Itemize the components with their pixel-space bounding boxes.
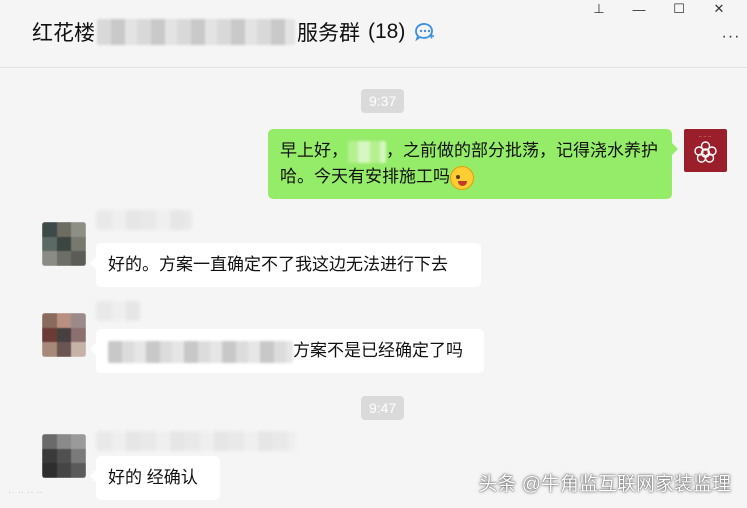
redacted-text xyxy=(108,340,293,363)
message-bubble[interactable]: 方案不是已经确定了吗 xyxy=(90,329,484,373)
wink-emoji-icon xyxy=(450,165,474,190)
redacted-sender-name xyxy=(96,431,296,451)
message-text: 好的。方案一直确定不了我这边无法进行下去 xyxy=(108,255,448,274)
message-text: 方案不是已经确定了吗 xyxy=(293,341,463,360)
message-bubble[interactable]: 好的 经确认 xyxy=(90,456,220,500)
chat-title-suffix: 服务群 xyxy=(297,22,360,45)
message-text: 好的 经确认 xyxy=(108,468,198,487)
redacted-sender-name xyxy=(96,210,192,230)
more-icon[interactable]: ··· xyxy=(721,29,741,48)
message-text-part: 早上好， xyxy=(280,141,348,160)
chat-header: 红花楼 服务群 (18) ⊥ — ☐ ✕ ··· xyxy=(0,0,747,68)
redacted-name xyxy=(348,140,386,163)
timestamp: 9:37 xyxy=(361,89,405,113)
svg-text:·· ·· ··: ·· ·· ·· xyxy=(699,134,712,140)
redacted-sender-name xyxy=(96,301,140,321)
message-bubble[interactable]: 好的。方案一直确定不了我这边无法进行下去 xyxy=(90,243,481,287)
window-controls: ⊥ — ☐ ✕ xyxy=(579,0,739,18)
maximize-icon[interactable]: ☐ xyxy=(659,0,699,18)
minimize-icon[interactable]: — xyxy=(619,0,659,18)
avatar[interactable] xyxy=(42,434,86,478)
close-icon[interactable]: ✕ xyxy=(699,0,739,18)
timestamp: 9:47 xyxy=(361,396,405,420)
faint-watermark: ·· ·· ·· ·· xyxy=(8,487,43,498)
member-count: (18) xyxy=(368,20,406,43)
watermark: 头条 @牛角监互联网家装监理 xyxy=(478,474,731,495)
chat-title-prefix: 红花楼 xyxy=(32,22,95,45)
self-avatar[interactable]: ·· ·· ·· xyxy=(684,129,727,172)
chat-title[interactable]: 红花楼 服务群 (18) xyxy=(32,18,435,46)
message-bubble-self[interactable]: 早上好， ，之前做的部分批荡，记得浇水养护哈。今天有安排施工吗 xyxy=(268,129,678,199)
avatar[interactable] xyxy=(42,313,86,357)
pin-icon[interactable]: ⊥ xyxy=(579,0,619,18)
group-chat-icon[interactable] xyxy=(413,21,435,43)
avatar[interactable] xyxy=(42,222,86,266)
redacted-title-segment xyxy=(97,19,295,45)
